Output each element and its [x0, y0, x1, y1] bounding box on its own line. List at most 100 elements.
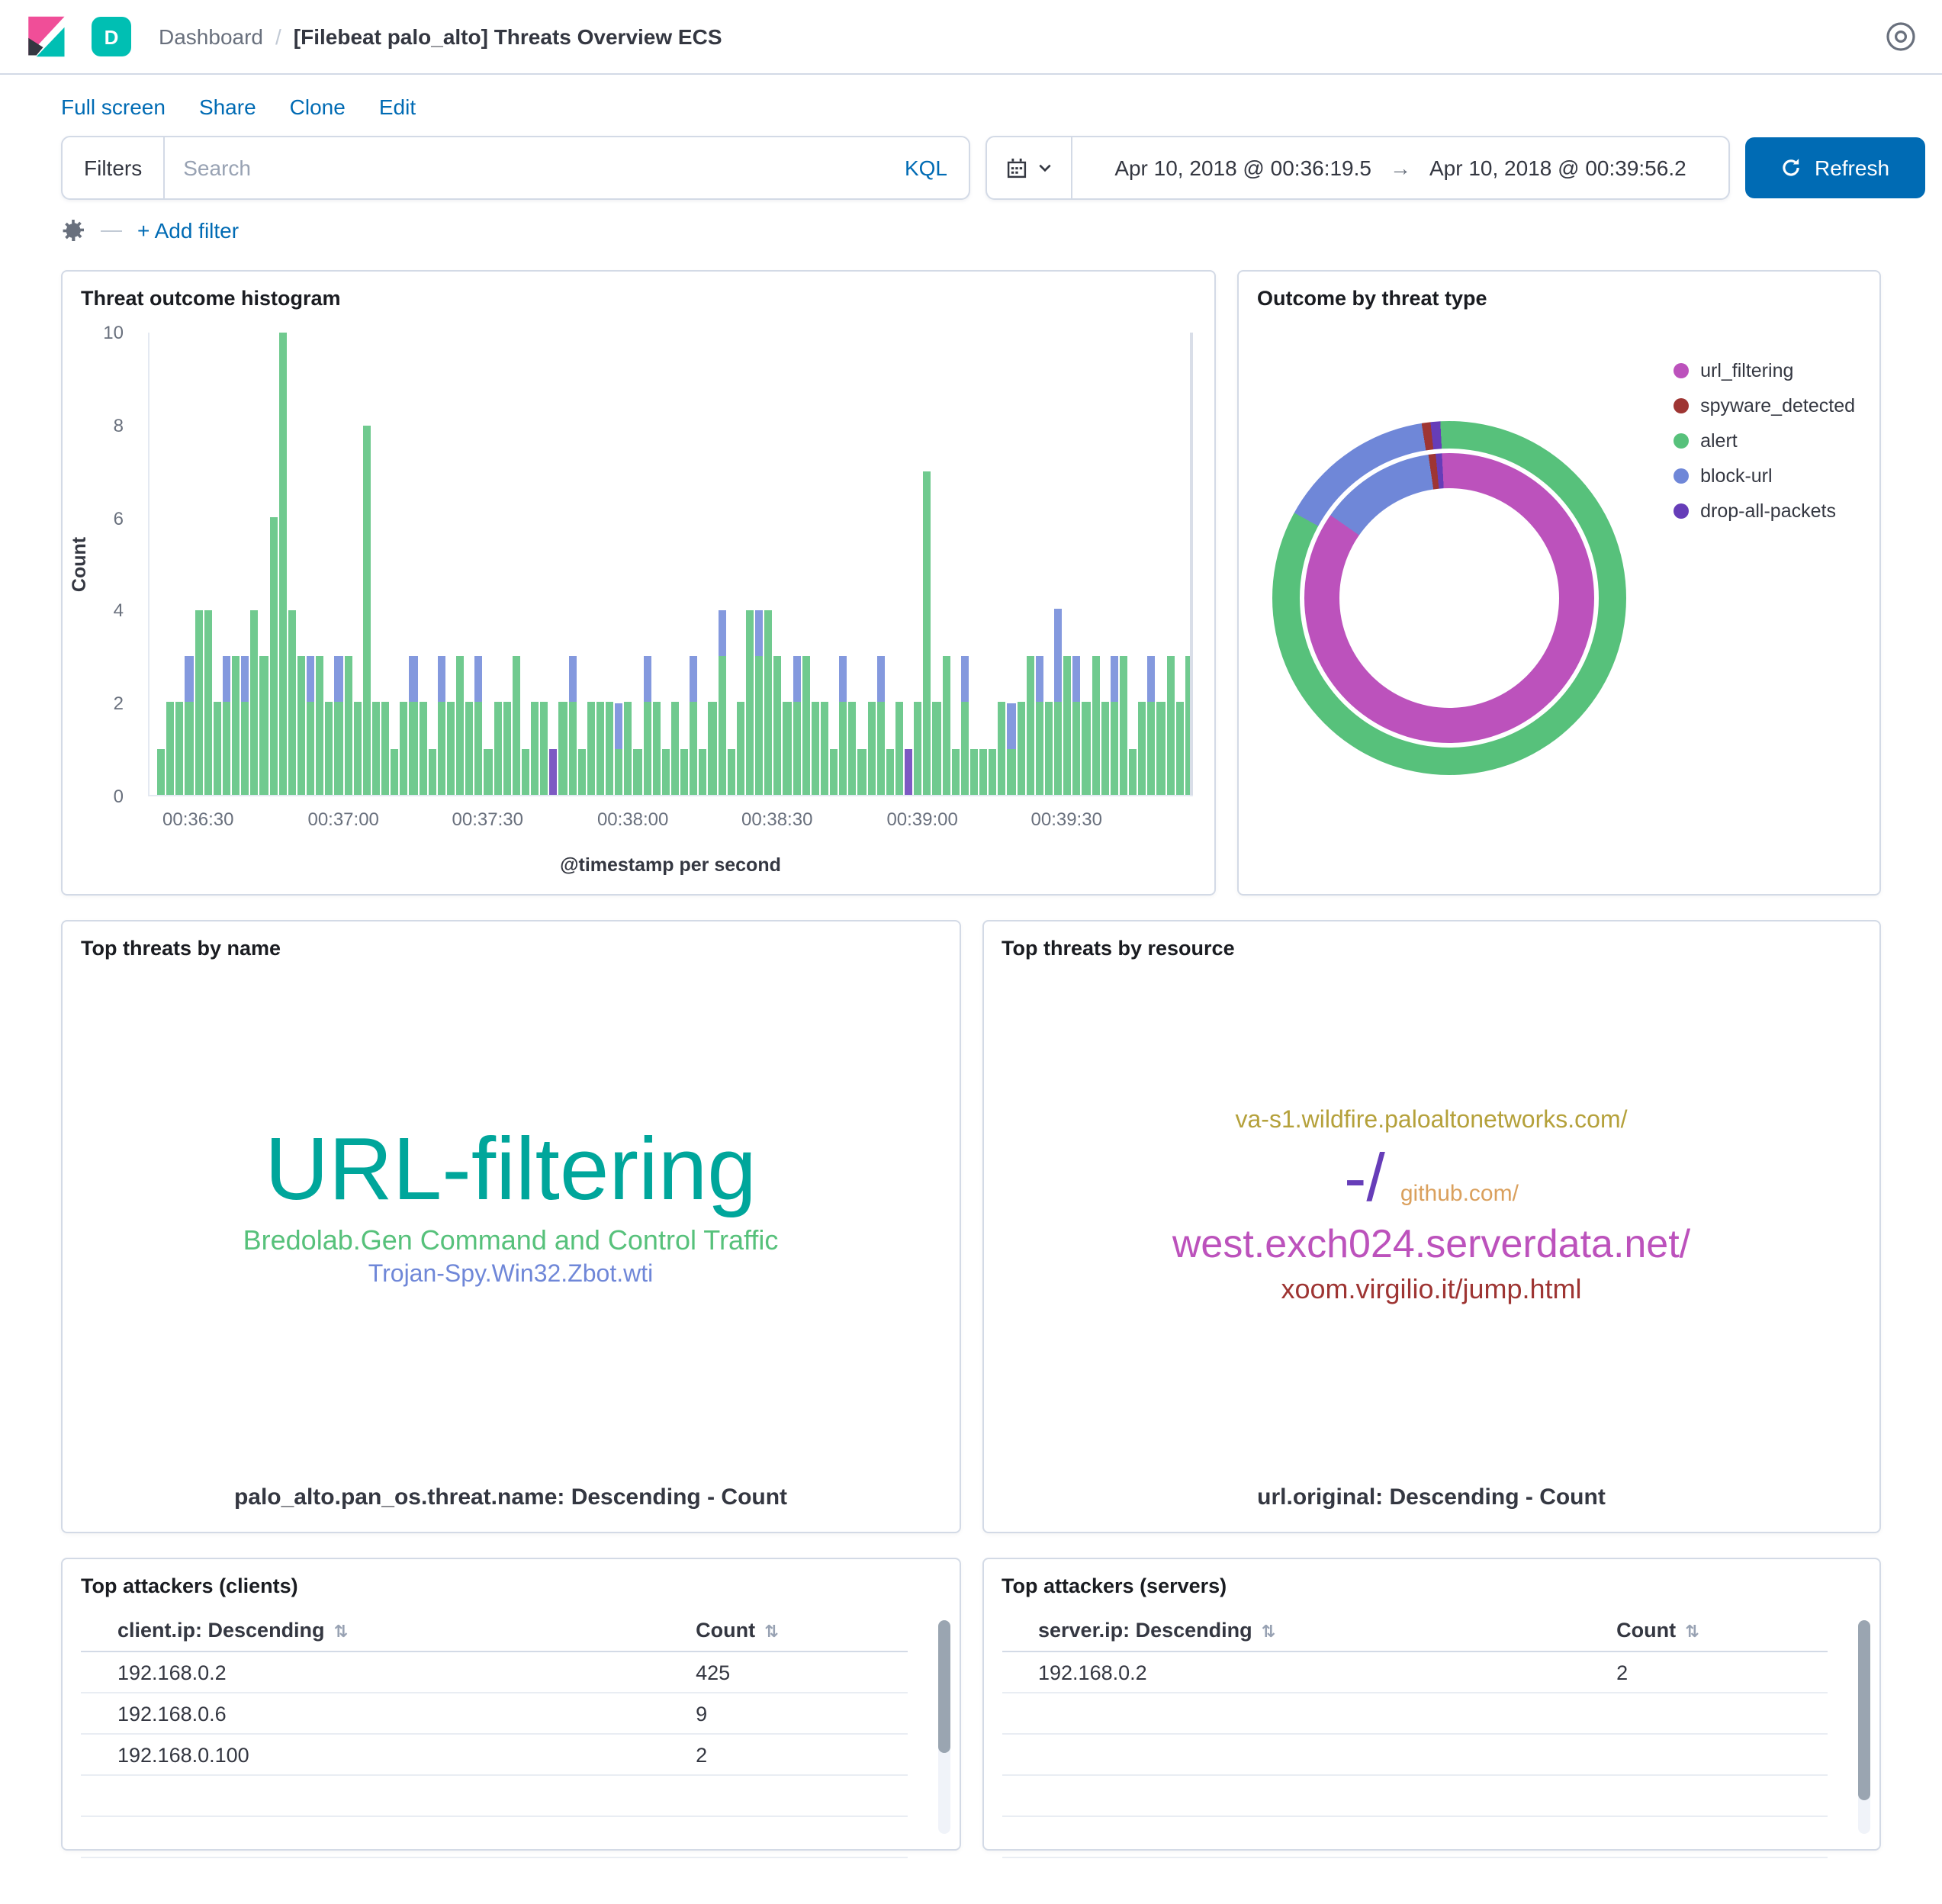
- histogram-bar[interactable]: [438, 656, 445, 795]
- start-date-button[interactable]: Apr 10, 2018 @ 00:36:19.5: [1114, 156, 1371, 180]
- histogram-bar[interactable]: [166, 702, 174, 795]
- tag-cloud-word[interactable]: -/: [1344, 1144, 1385, 1214]
- histogram-bar[interactable]: [372, 702, 380, 795]
- legend-item[interactable]: drop-all-packets: [1673, 500, 1855, 522]
- histogram-bar[interactable]: [1148, 656, 1156, 795]
- histogram-bar[interactable]: [577, 749, 585, 795]
- legend-item[interactable]: url_filtering: [1673, 360, 1855, 381]
- histogram-bar[interactable]: [652, 702, 660, 795]
- search-input[interactable]: [165, 156, 883, 180]
- filters-button[interactable]: Filters: [63, 137, 165, 198]
- histogram-bar[interactable]: [662, 749, 670, 795]
- histogram-bar[interactable]: [671, 702, 679, 795]
- add-filter-link[interactable]: + Add filter: [137, 218, 239, 243]
- column-header[interactable]: Count⇅: [696, 1610, 907, 1652]
- histogram-bar[interactable]: [1166, 656, 1174, 795]
- histogram-bar[interactable]: [1129, 749, 1137, 795]
- panel-title[interactable]: Outcome by threat type: [1239, 272, 1879, 310]
- histogram-bar[interactable]: [783, 702, 791, 795]
- histogram-bar[interactable]: [812, 702, 819, 795]
- histogram-bar[interactable]: [1045, 702, 1053, 795]
- histogram-bar[interactable]: [830, 749, 838, 795]
- histogram-bar[interactable]: [690, 656, 697, 795]
- histogram-bar[interactable]: [737, 702, 744, 795]
- histogram-bar[interactable]: [1063, 656, 1071, 795]
- quick-select-button[interactable]: [987, 137, 1072, 198]
- histogram-bar[interactable]: [260, 656, 268, 795]
- legend-item[interactable]: block-url: [1673, 465, 1855, 487]
- histogram-bar[interactable]: [456, 656, 464, 795]
- share-link[interactable]: Share: [199, 95, 256, 119]
- panel-title[interactable]: Top threats by resource: [983, 921, 1879, 960]
- scrollbar-thumb[interactable]: [937, 1620, 950, 1753]
- histogram-bar[interactable]: [764, 610, 772, 795]
- histogram-bar[interactable]: [568, 656, 576, 795]
- refresh-button[interactable]: Refresh: [1745, 137, 1925, 198]
- histogram-bar[interactable]: [503, 702, 510, 795]
- histogram-bar[interactable]: [933, 702, 940, 795]
- histogram-bar[interactable]: [513, 656, 520, 795]
- histogram-bar[interactable]: [335, 656, 342, 795]
- histogram-bar[interactable]: [961, 656, 969, 795]
- legend-item[interactable]: spyware_detected: [1673, 395, 1855, 416]
- histogram-bar[interactable]: [1073, 656, 1081, 795]
- histogram-bar[interactable]: [363, 426, 371, 795]
- histogram-bar[interactable]: [924, 471, 931, 795]
- histogram-bar[interactable]: [680, 749, 688, 795]
- histogram-bar[interactable]: [484, 749, 492, 795]
- histogram-bar[interactable]: [185, 656, 193, 795]
- histogram-bar[interactable]: [353, 702, 361, 795]
- histogram-bar[interactable]: [615, 703, 622, 795]
- histogram-bar[interactable]: [914, 702, 921, 795]
- histogram-bar[interactable]: [400, 702, 408, 795]
- histogram-bar[interactable]: [269, 517, 277, 795]
- space-badge[interactable]: D: [92, 17, 131, 56]
- edit-link[interactable]: Edit: [379, 95, 416, 119]
- histogram-bar[interactable]: [1026, 656, 1034, 795]
- histogram-bar[interactable]: [195, 610, 202, 795]
- histogram-bar[interactable]: [391, 749, 398, 795]
- column-header[interactable]: Count⇅: [1616, 1610, 1828, 1652]
- legend-item[interactable]: alert: [1673, 430, 1855, 452]
- histogram-bar[interactable]: [288, 610, 296, 795]
- histogram-bar[interactable]: [550, 749, 558, 795]
- scrollbar-thumb[interactable]: [1858, 1620, 1870, 1799]
- histogram-bar[interactable]: [241, 656, 249, 795]
- histogram-bar[interactable]: [1008, 703, 1015, 795]
- panel-title[interactable]: Top attackers (servers): [983, 1559, 1879, 1597]
- histogram-bar[interactable]: [204, 610, 211, 795]
- histogram-bar[interactable]: [410, 656, 417, 795]
- gear-icon[interactable]: [61, 218, 85, 243]
- histogram-bar[interactable]: [1054, 609, 1062, 795]
- histogram-bar[interactable]: [755, 610, 763, 795]
- histogram-bar[interactable]: [625, 702, 632, 795]
- histogram-bar[interactable]: [1138, 702, 1146, 795]
- histogram-bar[interactable]: [596, 702, 604, 795]
- histogram-bar[interactable]: [1017, 702, 1024, 795]
- histogram-bar[interactable]: [307, 656, 314, 795]
- circled-dot-icon[interactable]: [1884, 20, 1918, 53]
- histogram-bar[interactable]: [522, 749, 529, 795]
- histogram-bar[interactable]: [746, 610, 754, 795]
- histogram-bar[interactable]: [942, 656, 950, 795]
- tag-cloud-word[interactable]: xoom.virgilio.it/jump.html: [1281, 1275, 1581, 1304]
- histogram-bar[interactable]: [297, 656, 305, 795]
- histogram-bar[interactable]: [214, 702, 221, 795]
- tag-cloud-word[interactable]: va-s1.wildfire.paloaltonetworks.com/: [1236, 1110, 1628, 1136]
- panel-title[interactable]: Top attackers (clients): [63, 1559, 959, 1597]
- histogram-bar[interactable]: [876, 656, 884, 795]
- histogram-bar[interactable]: [176, 702, 184, 795]
- tag-cloud-word[interactable]: URL-filtering: [265, 1124, 757, 1217]
- histogram-bar[interactable]: [1082, 702, 1090, 795]
- donut-chart[interactable]: [1272, 421, 1626, 775]
- histogram-bar[interactable]: [998, 702, 1006, 795]
- histogram-bar[interactable]: [867, 702, 875, 795]
- histogram-bar[interactable]: [316, 656, 323, 795]
- histogram-bar[interactable]: [223, 656, 230, 795]
- full-screen-link[interactable]: Full screen: [61, 95, 166, 119]
- histogram-bar[interactable]: [905, 749, 912, 795]
- breadcrumb-dashboard[interactable]: Dashboard: [159, 24, 263, 49]
- histogram-bar[interactable]: [465, 702, 473, 795]
- tag-cloud-word[interactable]: Trojan-Spy.Win32.Zbot.wti: [368, 1264, 653, 1290]
- histogram-bar[interactable]: [326, 702, 333, 795]
